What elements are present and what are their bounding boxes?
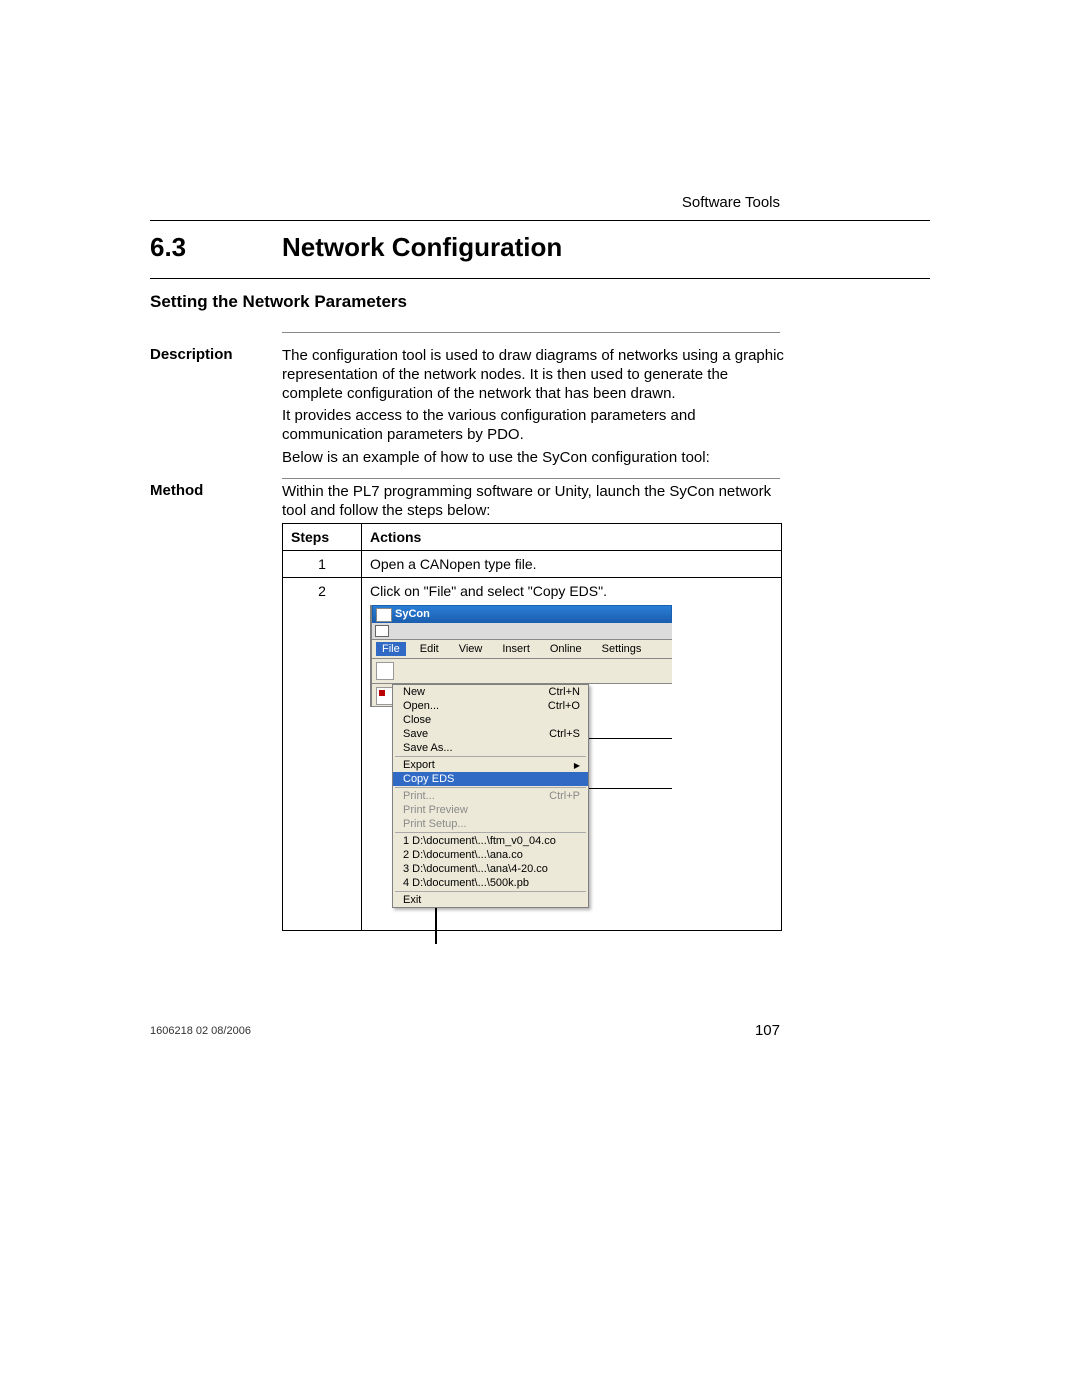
menu-edit[interactable]: Edit bbox=[414, 642, 445, 656]
col-actions-header: Actions bbox=[362, 524, 782, 551]
file-menu-dropdown[interactable]: New Ctrl+N Open... Ctrl+O Close bbox=[392, 684, 589, 908]
menu-item-label: Export bbox=[403, 759, 435, 771]
divider bbox=[282, 332, 780, 333]
steps-table: Steps Actions 1 Open a CANopen type file… bbox=[282, 523, 782, 931]
description-label: Description bbox=[150, 346, 270, 363]
step-action: Open a CANopen type file. bbox=[362, 551, 782, 578]
menu-file[interactable]: File bbox=[376, 642, 406, 656]
step-number: 1 bbox=[283, 551, 362, 578]
subsection-title: Setting the Network Parameters bbox=[150, 292, 407, 312]
menu-item-label: Print... bbox=[403, 790, 435, 802]
menu-item-open[interactable]: Open... Ctrl+O bbox=[393, 699, 588, 713]
description-p2: It provides access to the various config… bbox=[282, 406, 792, 444]
section-title: Network Configuration bbox=[282, 232, 562, 263]
new-file-icon[interactable] bbox=[376, 662, 394, 680]
step-action: Click on "File" and select "Copy EDS". bbox=[370, 583, 773, 599]
menu-item-shortcut: Ctrl+O bbox=[548, 700, 580, 712]
menu-item-label: Copy EDS bbox=[403, 773, 454, 785]
description-p1: The configuration tool is used to draw d… bbox=[282, 346, 792, 404]
sycon-title-bar[interactable]: SyCon bbox=[372, 605, 672, 623]
menu-item-export[interactable]: Export bbox=[393, 758, 588, 772]
menu-item-save[interactable]: Save Ctrl+S bbox=[393, 727, 588, 741]
menu-item-shortcut: Ctrl+P bbox=[549, 790, 580, 802]
table-header-row: Steps Actions bbox=[283, 524, 782, 551]
menu-insert[interactable]: Insert bbox=[496, 642, 536, 656]
page: Software Tools 6.3 Network Configuration… bbox=[0, 0, 1080, 1397]
menu-item-label: Exit bbox=[403, 894, 421, 906]
menu-item-print[interactable]: Print... Ctrl+P bbox=[393, 789, 588, 803]
menu-item-label: Close bbox=[403, 714, 431, 726]
menu-item-saveas[interactable]: Save As... bbox=[393, 741, 588, 755]
app-icon bbox=[376, 608, 392, 622]
description-p3: Below is an example of how to use the Sy… bbox=[282, 448, 792, 467]
table-row: 1 Open a CANopen type file. bbox=[283, 551, 782, 578]
sycon-title-text: SyCon bbox=[395, 608, 430, 620]
divider bbox=[150, 278, 930, 279]
menu-item-label: Print Preview bbox=[403, 804, 468, 816]
step-number: 2 bbox=[283, 578, 362, 931]
col-steps-header: Steps bbox=[283, 524, 362, 551]
table-row: 2 Click on "File" and select "Copy EDS".… bbox=[283, 578, 782, 931]
section-number: 6.3 bbox=[150, 232, 186, 263]
menu-item-label: 3 D:\document\...\ana\4-20.co bbox=[403, 863, 548, 875]
divider bbox=[150, 220, 930, 221]
menu-item-label: 1 D:\document\...\ftm_v0_04.co bbox=[403, 835, 556, 847]
menu-item-close[interactable]: Close bbox=[393, 713, 588, 727]
menu-online[interactable]: Online bbox=[544, 642, 588, 656]
menu-item-label: Open... bbox=[403, 700, 439, 712]
menu-item-label: Save bbox=[403, 728, 428, 740]
menu-item-recent-4[interactable]: 4 D:\document\...\500k.pb bbox=[393, 876, 588, 890]
menu-item-label: 4 D:\document\...\500k.pb bbox=[403, 877, 529, 889]
sycon-toolbar-1 bbox=[372, 659, 672, 684]
sycon-menubar[interactable]: File Edit View Insert Online Settings bbox=[372, 640, 672, 659]
menu-view[interactable]: View bbox=[453, 642, 489, 656]
footer-page-number: 107 bbox=[755, 1022, 780, 1039]
menu-item-label: Save As... bbox=[403, 742, 453, 754]
footer-docref: 1606218 02 08/2006 bbox=[150, 1025, 251, 1037]
menu-item-recent-1[interactable]: 1 D:\document\...\ftm_v0_04.co bbox=[393, 834, 588, 848]
sycon-doc-bar bbox=[372, 623, 672, 640]
menu-item-shortcut: Ctrl+S bbox=[549, 728, 580, 740]
method-p1: Within the PL7 programming software or U… bbox=[282, 482, 795, 520]
method-label: Method bbox=[150, 482, 270, 499]
header-section: Software Tools bbox=[682, 194, 780, 211]
menu-item-shortcut: Ctrl+N bbox=[549, 686, 580, 698]
sycon-screenshot: SyCon File Edit View Insert Online bbox=[370, 605, 773, 925]
menu-item-label: 2 D:\document\...\ana.co bbox=[403, 849, 523, 861]
menu-item-recent-3[interactable]: 3 D:\document\...\ana\4-20.co bbox=[393, 862, 588, 876]
menu-item-copy-eds[interactable]: Copy EDS bbox=[393, 772, 588, 786]
menu-item-recent-2[interactable]: 2 D:\document\...\ana.co bbox=[393, 848, 588, 862]
step-action-cell: Click on "File" and select "Copy EDS". S… bbox=[362, 578, 782, 931]
menu-item-label: Print Setup... bbox=[403, 818, 467, 830]
menu-item-exit[interactable]: Exit bbox=[393, 893, 588, 907]
menu-item-print-preview[interactable]: Print Preview bbox=[393, 803, 588, 817]
doc-icon bbox=[375, 625, 389, 637]
submenu-arrow-icon bbox=[570, 759, 580, 771]
drop-line bbox=[435, 904, 437, 944]
menu-item-new[interactable]: New Ctrl+N bbox=[393, 685, 588, 699]
divider bbox=[282, 478, 780, 479]
menu-item-print-setup[interactable]: Print Setup... bbox=[393, 817, 588, 831]
menu-item-label: New bbox=[403, 686, 425, 698]
menu-settings[interactable]: Settings bbox=[596, 642, 648, 656]
sycon-window: SyCon File Edit View Insert Online bbox=[370, 605, 672, 707]
